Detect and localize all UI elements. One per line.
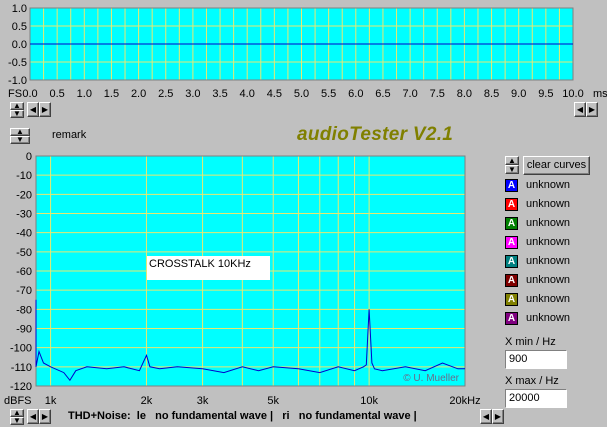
scope-y-tick: 0.5 [12,21,27,33]
curve-label: unknown [526,179,571,191]
curve-color-swatch[interactable]: A [505,198,518,211]
spectrum-y-tick: -110 [11,362,32,374]
scope-scroll-right-button[interactable]: ▶ [39,102,51,117]
scope-y-tick: 1.0 [12,3,27,15]
scope-x-tick: 4.5 [267,88,282,100]
xmin-input[interactable]: 900 [505,350,567,369]
xmax-label: X max / Hz [505,375,559,387]
spectrum-y-tick: -10 [16,170,32,182]
thd-status: THD+Noise: le no fundamental wave | ri n… [68,410,417,422]
clear-curves-button[interactable]: clear curves [523,156,590,175]
scope-x-tick: 3.5 [212,88,227,100]
curve-color-swatch[interactable]: A [505,255,518,268]
curve-label: unknown [526,312,571,324]
curves-scroll-up-button[interactable]: ▲ [505,156,519,165]
spectrum-y-unit: dBFS [4,395,32,407]
spectrum-scroll-left-button[interactable]: ◀ [27,409,39,424]
curve-label: unknown [526,274,571,286]
xmin-label: X min / Hz [505,336,556,348]
scope-x-tick: 7.5 [430,88,445,100]
scope-x-unit: ms [593,88,607,100]
spectrum-y-tick: -70 [16,285,32,297]
scope-zoom-left-button[interactable]: ◀ [574,102,586,117]
spectrum-y-tick: -80 [16,304,32,316]
scope-y-unit: FS [8,88,22,100]
curve-label: unknown [526,198,571,210]
curve-label: unknown [526,255,571,267]
curve-label: unknown [526,293,571,305]
spectrum-zoom-left-button[interactable]: ◀ [480,409,492,424]
scope-x-tick: 2.0 [131,88,146,100]
spectrum-y-tick: -20 [16,189,32,201]
scope-x-tick: 5.0 [294,88,309,100]
scope-x-tick: 8.0 [457,88,472,100]
scope-x-tick: 1.5 [104,88,119,100]
spectrum-x-tick: 10k [360,395,378,407]
curve-color-swatch[interactable]: A [505,293,518,306]
spectrum-y-tick: -40 [16,228,32,240]
spectrum-x-tick: 20kHz [449,395,480,407]
scope-x-tick: 4.0 [240,88,255,100]
spectrum-x-tick: 1k [45,395,57,407]
spectrum-x-tick: 5k [267,395,279,407]
spectrum-zoom-right-button[interactable]: ▶ [492,409,504,424]
scope-plot: 1.0 0.5 0.0 -0.5 -1.0 0.0 0.5 1.0 1.5 2.0 2.5 3.0 3.… [0,0,607,100]
scope-x-tick: 8.5 [484,88,499,100]
scope-y-tick: -0.5 [8,57,27,69]
scope-x-tick: 0.5 [50,88,65,100]
spectrum-y-tick: -90 [16,324,32,336]
scope-scroll-left-button[interactable]: ◀ [27,102,39,117]
scope-x-tick: 6.0 [348,88,363,100]
spectrum-y-tick: 0 [26,151,32,163]
scope-zoom-right-button[interactable]: ▶ [586,102,598,117]
copyright-watermark: © U. Mueller [403,373,459,384]
app-title: audioTester V2.1 [297,124,454,145]
remark-label: remark [52,129,87,141]
scope-x-tick: 7.0 [402,88,417,100]
spectrum-y-tick: -100 [10,343,32,355]
scope-x-tick: 1.0 [77,88,92,100]
scope-x-tick: 9.0 [511,88,526,100]
curve-color-swatch[interactable]: A [505,217,518,230]
scope-x-tick: 0.0 [22,88,37,100]
spectrum-scroll-down-button[interactable]: ▼ [10,417,24,425]
scope-scroll-down-button[interactable]: ▼ [10,110,24,118]
spectrum-x-tick: 3k [197,395,209,407]
spectrum-y-tick: -60 [16,266,32,278]
scope-chart: 1.00.50.0-0.5-1.00.0 0.5 1.0 1.5 2.0 2.5 3.0 3.… [8,3,607,100]
spectrum-x-tick: 2k [141,395,153,407]
spectrum-y-tick: -120 [10,381,32,393]
curve-color-swatch[interactable]: A [505,274,518,287]
curve-label: unknown [526,236,571,248]
spectrum-scroll-right-button[interactable]: ▶ [39,409,51,424]
curve-color-swatch[interactable]: A [505,236,518,249]
scope-x-tick: 10.0 [562,88,583,100]
scope-x-tick: 9.5 [538,88,553,100]
scope-y-tick: -1.0 [8,75,27,87]
curve-label: unknown [526,217,571,229]
spectrum-annotation: CROSSTALK 10KHz [147,256,270,280]
remark-scroll-down-button[interactable]: ▼ [10,136,30,144]
xmax-input[interactable]: 20000 [505,389,567,408]
curve-color-swatch[interactable]: A [505,179,518,192]
scope-y-tick: 0.0 [12,39,27,51]
scope-x-tick: 3.0 [185,88,200,100]
spectrum-y-tick: -50 [16,247,32,259]
scope-x-tick: 6.5 [375,88,390,100]
spectrum-y-tick: -30 [16,209,32,221]
curves-scroll-down-button[interactable]: ▼ [505,165,519,174]
scope-x-tick: 5.5 [321,88,336,100]
scope-x-tick: 2.5 [158,88,173,100]
curve-color-swatch[interactable]: A [505,312,518,325]
